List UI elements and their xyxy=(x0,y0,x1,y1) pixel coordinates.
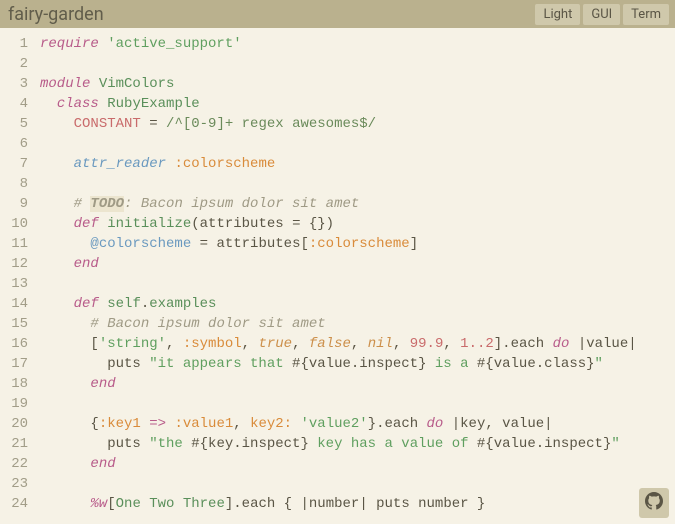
page-title: fairy-garden xyxy=(8,4,104,25)
code-line: end xyxy=(40,374,637,394)
line-number: 20 xyxy=(0,414,28,434)
line-number: 8 xyxy=(0,174,28,194)
line-number: 18 xyxy=(0,374,28,394)
header-bar: fairy-garden Light GUI Term xyxy=(0,0,675,28)
code-line: def self.examples xyxy=(40,294,637,314)
code-line xyxy=(40,134,637,154)
code-content[interactable]: require 'active_support' module VimColor… xyxy=(34,28,637,524)
code-line: module VimColors xyxy=(40,74,637,94)
header-buttons: Light GUI Term xyxy=(535,4,669,25)
code-line: @colorscheme = attributes[:colorscheme] xyxy=(40,234,637,254)
line-number: 10 xyxy=(0,214,28,234)
line-number: 9 xyxy=(0,194,28,214)
code-line xyxy=(40,54,637,74)
code-line: puts "the #{key.inspect} key has a value… xyxy=(40,434,637,454)
code-line: end xyxy=(40,254,637,274)
term-button[interactable]: Term xyxy=(623,4,669,25)
line-number: 1 xyxy=(0,34,28,54)
line-number: 12 xyxy=(0,254,28,274)
code-line xyxy=(40,474,637,494)
line-number: 6 xyxy=(0,134,28,154)
line-number: 3 xyxy=(0,74,28,94)
line-number: 2 xyxy=(0,54,28,74)
code-line xyxy=(40,174,637,194)
gui-button[interactable]: GUI xyxy=(583,4,620,25)
line-number: 19 xyxy=(0,394,28,414)
code-line: ['string', :symbol, true, false, nil, 99… xyxy=(40,334,637,354)
line-number: 13 xyxy=(0,274,28,294)
github-link[interactable] xyxy=(639,488,669,518)
line-number: 11 xyxy=(0,234,28,254)
code-line: require 'active_support' xyxy=(40,34,637,54)
code-line: {:key1 => :value1, key2: 'value2'}.each … xyxy=(40,414,637,434)
light-button[interactable]: Light xyxy=(535,4,580,25)
line-number: 21 xyxy=(0,434,28,454)
code-area: 123456789101112131415161718192021222324 … xyxy=(0,28,675,524)
code-line: end xyxy=(40,454,637,474)
line-number: 22 xyxy=(0,454,28,474)
code-line: puts "it appears that #{value.inspect} i… xyxy=(40,354,637,374)
line-number: 15 xyxy=(0,314,28,334)
code-line xyxy=(40,394,637,414)
code-line xyxy=(40,274,637,294)
line-number: 4 xyxy=(0,94,28,114)
line-number: 5 xyxy=(0,114,28,134)
line-number: 14 xyxy=(0,294,28,314)
line-number: 17 xyxy=(0,354,28,374)
line-number: 7 xyxy=(0,154,28,174)
code-line: %w[One Two Three].each { |number| puts n… xyxy=(40,494,637,514)
code-line: class RubyExample xyxy=(40,94,637,114)
code-line: attr_reader :colorscheme xyxy=(40,154,637,174)
line-number: 24 xyxy=(0,494,28,514)
code-line: CONSTANT = /^[0-9]+ regex awesomes$/ xyxy=(40,114,637,134)
line-number-gutter: 123456789101112131415161718192021222324 xyxy=(0,28,34,524)
line-number: 16 xyxy=(0,334,28,354)
line-number: 23 xyxy=(0,474,28,494)
github-icon xyxy=(645,492,663,515)
code-line: # Bacon ipsum dolor sit amet xyxy=(40,314,637,334)
code-line: def initialize(attributes = {}) xyxy=(40,214,637,234)
code-line: # TODO: Bacon ipsum dolor sit amet xyxy=(40,194,637,214)
